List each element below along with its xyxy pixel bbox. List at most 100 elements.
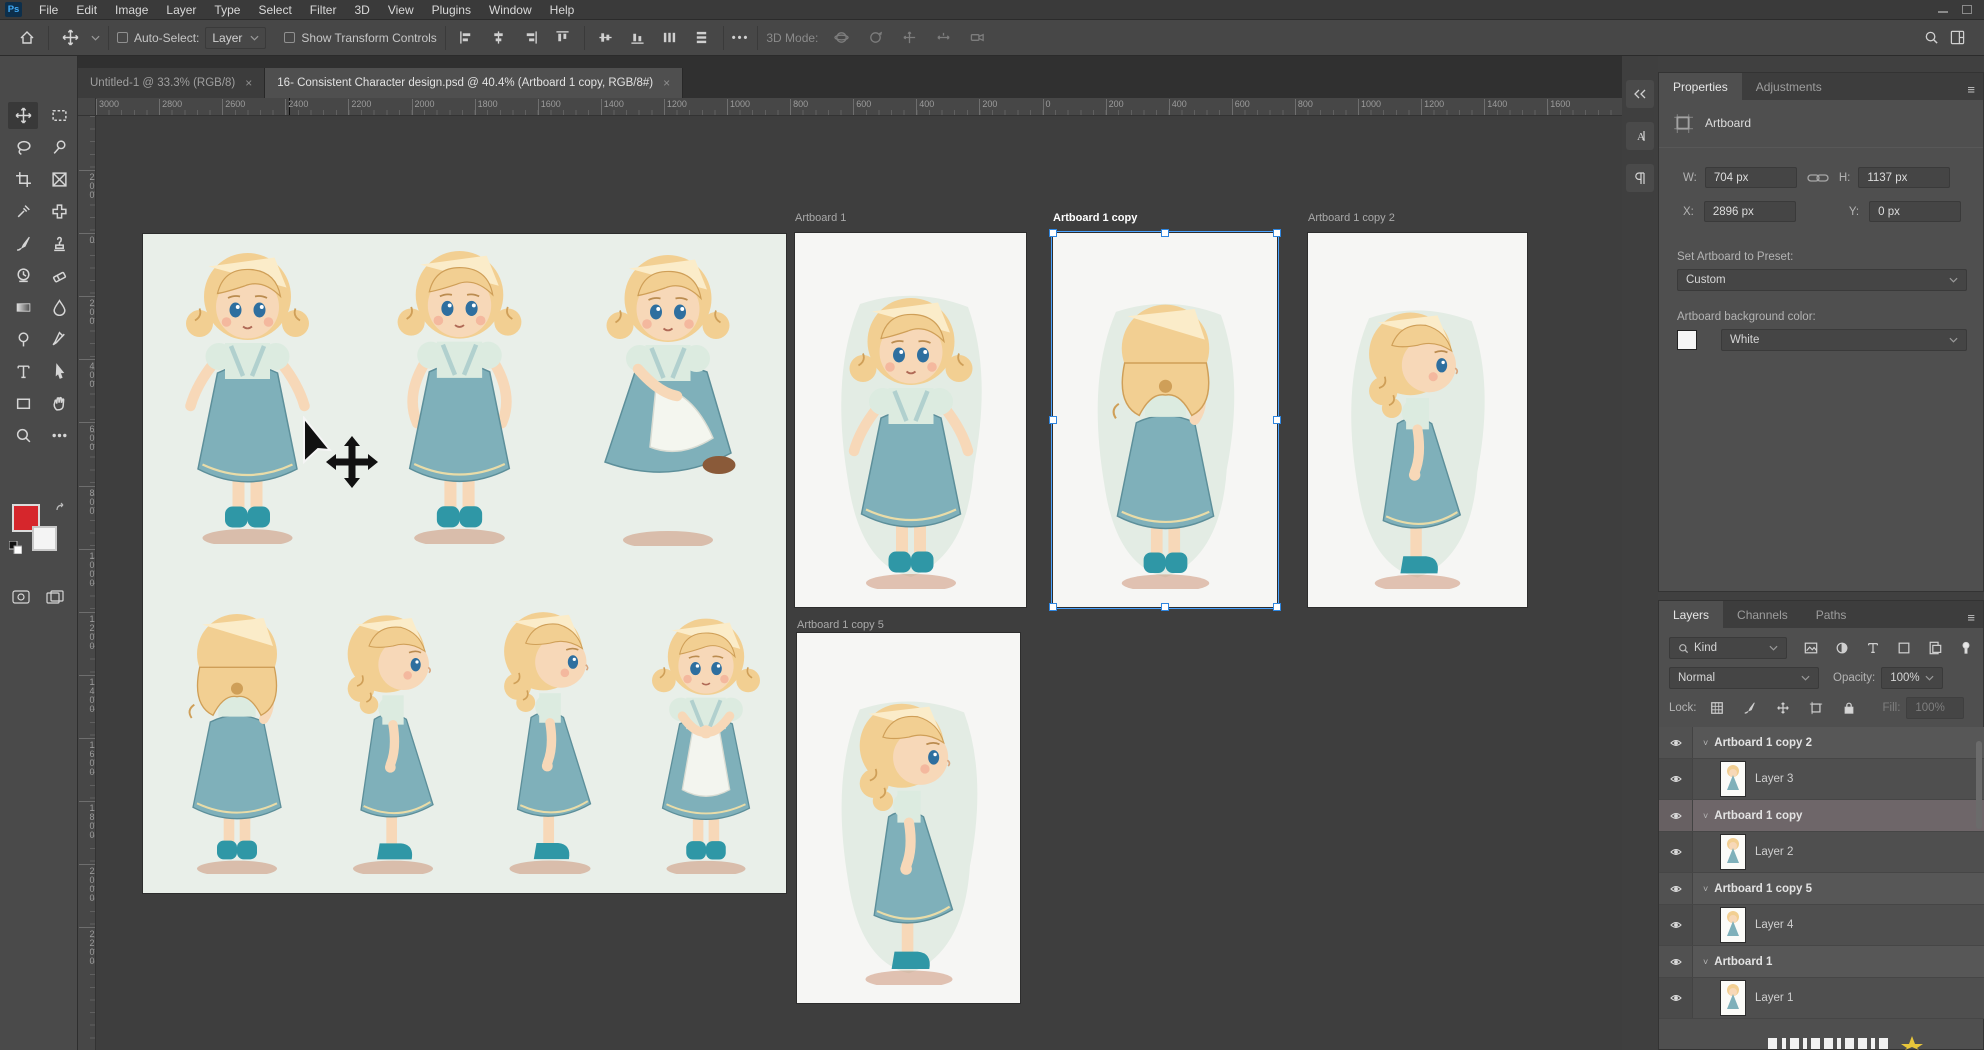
transform-handle[interactable] — [1273, 416, 1281, 424]
artboard-label[interactable]: Artboard 1 — [795, 212, 846, 224]
artboard-canvas[interactable] — [1053, 233, 1277, 607]
layer-row[interactable]: Layer 4 — [1659, 905, 1984, 946]
minimize-icon[interactable] — [1938, 5, 1948, 13]
lock-all-icon[interactable] — [1837, 698, 1861, 718]
swap-colors-icon[interactable] — [55, 502, 67, 514]
spot-healing-brush-tool[interactable] — [44, 198, 74, 225]
3d-camera-icon[interactable] — [964, 25, 990, 51]
artboard-label[interactable]: Artboard 1 copy 2 — [1308, 212, 1395, 224]
layer-visibility-eye-icon[interactable] — [1659, 946, 1693, 977]
character-reference-image[interactable] — [143, 234, 786, 893]
clone-stamp-tool[interactable] — [44, 230, 74, 257]
auto-select-checkbox[interactable] — [117, 32, 128, 43]
layer-visibility-eye-icon[interactable] — [1659, 800, 1693, 831]
layer-filter-kind-dropdown[interactable]: Kind — [1669, 637, 1787, 659]
filter-toggle-icon[interactable] — [1954, 638, 1978, 658]
rectangle-tool[interactable] — [8, 390, 38, 417]
lock-artboard-icon[interactable] — [1804, 698, 1828, 718]
menu-type[interactable]: Type — [205, 0, 249, 20]
collapse-chevron-icon[interactable]: ˅ — [1703, 738, 1708, 748]
panel-menu-icon[interactable]: ≡ — [1967, 86, 1975, 94]
tab-layers[interactable]: Layers — [1659, 601, 1723, 628]
menu-image[interactable]: Image — [106, 0, 157, 20]
document-tab-1[interactable]: Untitled-1 @ 33.3% (RGB/8)× — [78, 68, 265, 98]
align-right-edges-icon[interactable] — [518, 25, 544, 51]
ruler-origin-corner[interactable] — [78, 98, 96, 116]
default-colors-icon[interactable] — [9, 541, 22, 554]
3d-slide-icon[interactable] — [930, 25, 956, 51]
tab-channels[interactable]: Channels — [1723, 601, 1802, 628]
workspace-switcher-icon[interactable] — [1944, 25, 1970, 51]
preset-dropdown[interactable]: Custom — [1677, 269, 1967, 291]
3d-orbit-icon[interactable] — [828, 25, 854, 51]
blend-mode-dropdown[interactable]: Normal — [1669, 667, 1819, 689]
3d-roll-icon[interactable] — [862, 25, 888, 51]
opacity-field[interactable]: 100% — [1881, 667, 1943, 689]
filter-type-layers-icon[interactable] — [1861, 638, 1885, 658]
eraser-tool[interactable] — [44, 262, 74, 289]
3d-pan-icon[interactable] — [896, 25, 922, 51]
layer-row[interactable]: Layer 3 — [1659, 759, 1984, 800]
show-transform-controls-checkbox[interactable] — [284, 32, 295, 43]
vertical-ruler[interactable]: 2000200400600800100012001400160018002000… — [78, 116, 96, 1050]
align-bottom-edges-icon[interactable] — [625, 25, 651, 51]
menu-filter[interactable]: Filter — [301, 0, 346, 20]
tab-paths[interactable]: Paths — [1802, 601, 1861, 628]
lock-image-pixels-icon[interactable] — [1738, 698, 1762, 718]
close-tab-icon[interactable]: × — [663, 76, 670, 90]
expand-panels-icon[interactable] — [1626, 80, 1654, 108]
type-tool[interactable] — [8, 358, 38, 385]
layer-thumbnail[interactable] — [1721, 981, 1745, 1015]
collapse-chevron-icon[interactable]: ˅ — [1703, 884, 1708, 894]
layer-visibility-eye-icon[interactable] — [1659, 905, 1693, 945]
tab-properties[interactable]: Properties — [1659, 73, 1742, 100]
artboard-label[interactable]: Artboard 1 copy 5 — [797, 619, 884, 631]
align-horizontal-centers-icon[interactable] — [486, 25, 512, 51]
distribute-horizontally-icon[interactable] — [657, 25, 683, 51]
align-vertical-centers-icon[interactable] — [593, 25, 619, 51]
layer-visibility-eye-icon[interactable] — [1659, 832, 1693, 872]
layer-thumbnail[interactable] — [1721, 908, 1745, 942]
menu-file[interactable]: File — [30, 0, 67, 20]
transform-handle[interactable] — [1273, 229, 1281, 237]
lock-position-icon[interactable] — [1771, 698, 1795, 718]
transform-handle[interactable] — [1161, 229, 1169, 237]
align-left-edges-icon[interactable] — [454, 25, 480, 51]
distribute-vertically-icon[interactable] — [689, 25, 715, 51]
frame-tool[interactable] — [44, 166, 74, 193]
canvas-area[interactable]: Artboard 1Artboard 1 copyArtboard 1 copy… — [96, 116, 1622, 1050]
lasso-tool[interactable] — [8, 134, 38, 161]
transform-handle[interactable] — [1049, 229, 1057, 237]
layer-row[interactable]: Layer 2 — [1659, 832, 1984, 873]
menu-select[interactable]: Select — [249, 0, 300, 20]
transform-handle[interactable] — [1049, 416, 1057, 424]
x-field[interactable]: 2896 px — [1704, 201, 1796, 222]
lock-transparent-pixels-icon[interactable] — [1705, 698, 1729, 718]
artboard-group-row[interactable]: ˅Artboard 1 copy 2 — [1659, 727, 1984, 759]
path-selection-tool[interactable] — [44, 358, 74, 385]
height-field[interactable]: 1137 px — [1858, 167, 1950, 188]
menu-plugins[interactable]: Plugins — [423, 0, 480, 20]
layer-thumbnail[interactable] — [1721, 835, 1745, 869]
eyedropper-tool[interactable] — [8, 198, 38, 225]
layer-visibility-eye-icon[interactable] — [1659, 759, 1693, 799]
quick-mask-mode-button[interactable] — [8, 583, 34, 610]
link-dimensions-icon[interactable] — [1807, 172, 1829, 184]
artboard-canvas[interactable] — [797, 633, 1020, 1003]
menu-3d[interactable]: 3D — [345, 0, 378, 20]
paragraph-panel-icon[interactable] — [1626, 164, 1654, 192]
close-tab-icon[interactable]: × — [245, 76, 252, 90]
background-color-swatch[interactable] — [32, 526, 57, 551]
menu-help[interactable]: Help — [541, 0, 584, 20]
home-icon[interactable] — [14, 25, 40, 51]
layer-row[interactable]: Layer 1 — [1659, 978, 1984, 1019]
artboard-group-row[interactable]: ˅Artboard 1 — [1659, 946, 1984, 978]
hand-tool[interactable] — [44, 390, 74, 417]
panel-menu-icon[interactable]: ≡ — [1967, 614, 1975, 622]
layer-visibility-eye-icon[interactable] — [1659, 873, 1693, 904]
layer-visibility-eye-icon[interactable] — [1659, 978, 1693, 1018]
search-icon[interactable] — [1918, 25, 1944, 51]
more-options-icon[interactable]: ••• — [732, 32, 750, 44]
object-selection-tool[interactable] — [44, 134, 74, 161]
artboard-group-row[interactable]: ˅Artboard 1 copy 5 — [1659, 873, 1984, 905]
